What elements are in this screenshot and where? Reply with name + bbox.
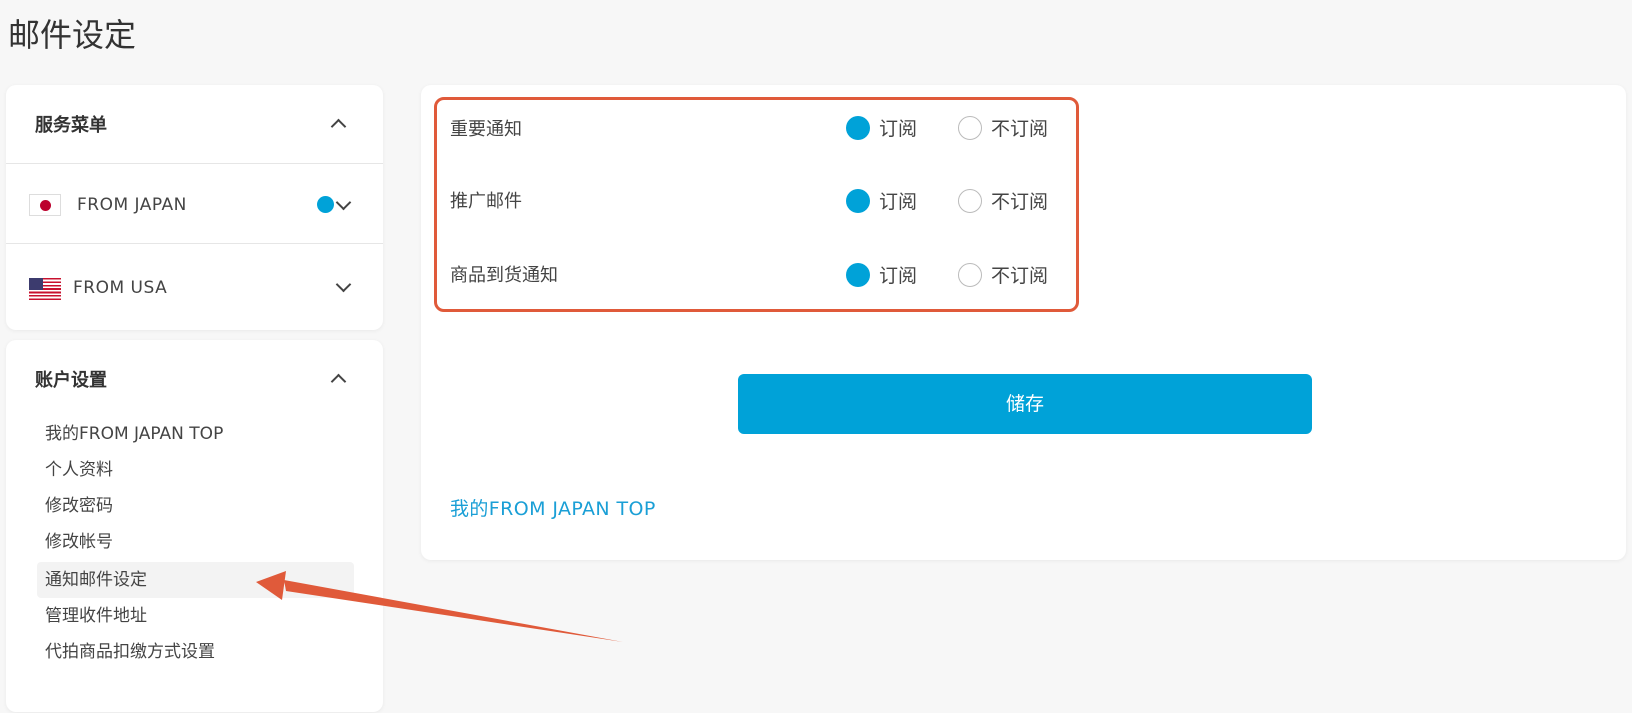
annotation-arrow: [256, 571, 623, 642]
arrow-shaft: [284, 580, 623, 642]
arrow-head-icon: [256, 571, 286, 600]
